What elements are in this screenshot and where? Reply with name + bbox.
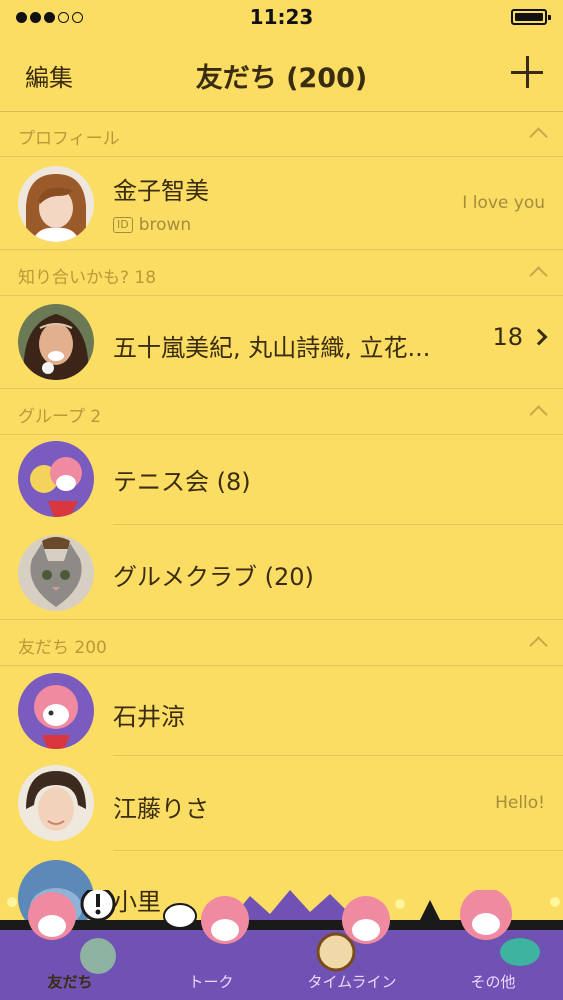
section-header-profile[interactable]: プロフィール xyxy=(0,112,563,157)
group-name: テニス会 (8) xyxy=(113,468,251,496)
group-row[interactable]: グルメクラブ (20) xyxy=(0,526,563,620)
tab-bar: 友だち トーク タイムライン その他 xyxy=(0,890,563,1000)
profile-row[interactable]: 金子智美 ID brown I love you xyxy=(0,157,563,250)
friend-row[interactable]: 石井涼 xyxy=(0,666,563,756)
tab-talk[interactable]: トーク xyxy=(141,971,281,992)
group-row[interactable]: テニス会 (8) xyxy=(0,435,563,525)
suggested-count-value: 18 xyxy=(492,323,523,351)
chevron-right-icon xyxy=(530,328,548,346)
profile-status-message: I love you xyxy=(462,193,545,213)
section-header-friends[interactable]: 友だち 200 xyxy=(0,621,563,666)
group-name: グルメクラブ (20) xyxy=(113,563,314,591)
collapse-chevron-icon[interactable] xyxy=(529,127,548,146)
friend-row[interactable]: 江藤りさ Hello! xyxy=(0,757,563,851)
avatar xyxy=(18,304,94,380)
section-header-groups[interactable]: グループ 2 xyxy=(0,390,563,435)
tab-more[interactable]: その他 xyxy=(423,971,563,992)
section-label: 友だち 200 xyxy=(18,638,107,658)
status-time: 11:23 xyxy=(249,5,314,29)
profile-id: ID brown xyxy=(113,215,191,235)
collapse-chevron-icon[interactable] xyxy=(529,266,548,285)
tab-friends[interactable]: 友だち xyxy=(0,971,140,992)
page-title: 友だち (200) xyxy=(195,63,368,94)
collapse-chevron-icon[interactable] xyxy=(529,636,548,655)
profile-name: 金子智美 xyxy=(113,177,209,205)
status-bar: 11:23 xyxy=(0,0,563,36)
section-label: プロフィール xyxy=(18,129,120,149)
friend-name: 石井涼 xyxy=(113,703,185,731)
section-label: グループ 2 xyxy=(18,407,102,427)
tab-timeline[interactable]: タイムライン xyxy=(282,971,422,992)
avatar xyxy=(18,441,94,517)
section-header-suggested[interactable]: 知り合いかも? 18 xyxy=(0,251,563,296)
avatar xyxy=(18,673,94,749)
avatar xyxy=(18,166,94,242)
id-badge: ID xyxy=(113,217,133,233)
suggested-friends-row[interactable]: 五十嵐美紀, 丸山詩織, 立花... 18 xyxy=(0,296,563,389)
profile-id-value: brown xyxy=(138,215,192,235)
friend-status-message: Hello! xyxy=(495,793,545,813)
friend-name: 江藤りさ xyxy=(113,795,209,823)
suggested-friends-names: 五十嵐美紀, 丸山詩織, 立花... xyxy=(113,334,431,362)
avatar xyxy=(18,765,94,841)
suggested-count[interactable]: 18 xyxy=(492,323,548,351)
navigation-bar: 編集 友だち (200) xyxy=(0,36,563,112)
battery-icon xyxy=(511,9,551,25)
avatar xyxy=(18,535,94,611)
section-label: 知り合いかも? 18 xyxy=(18,268,157,288)
add-friend-icon[interactable] xyxy=(511,56,543,88)
collapse-chevron-icon[interactable] xyxy=(529,405,548,424)
